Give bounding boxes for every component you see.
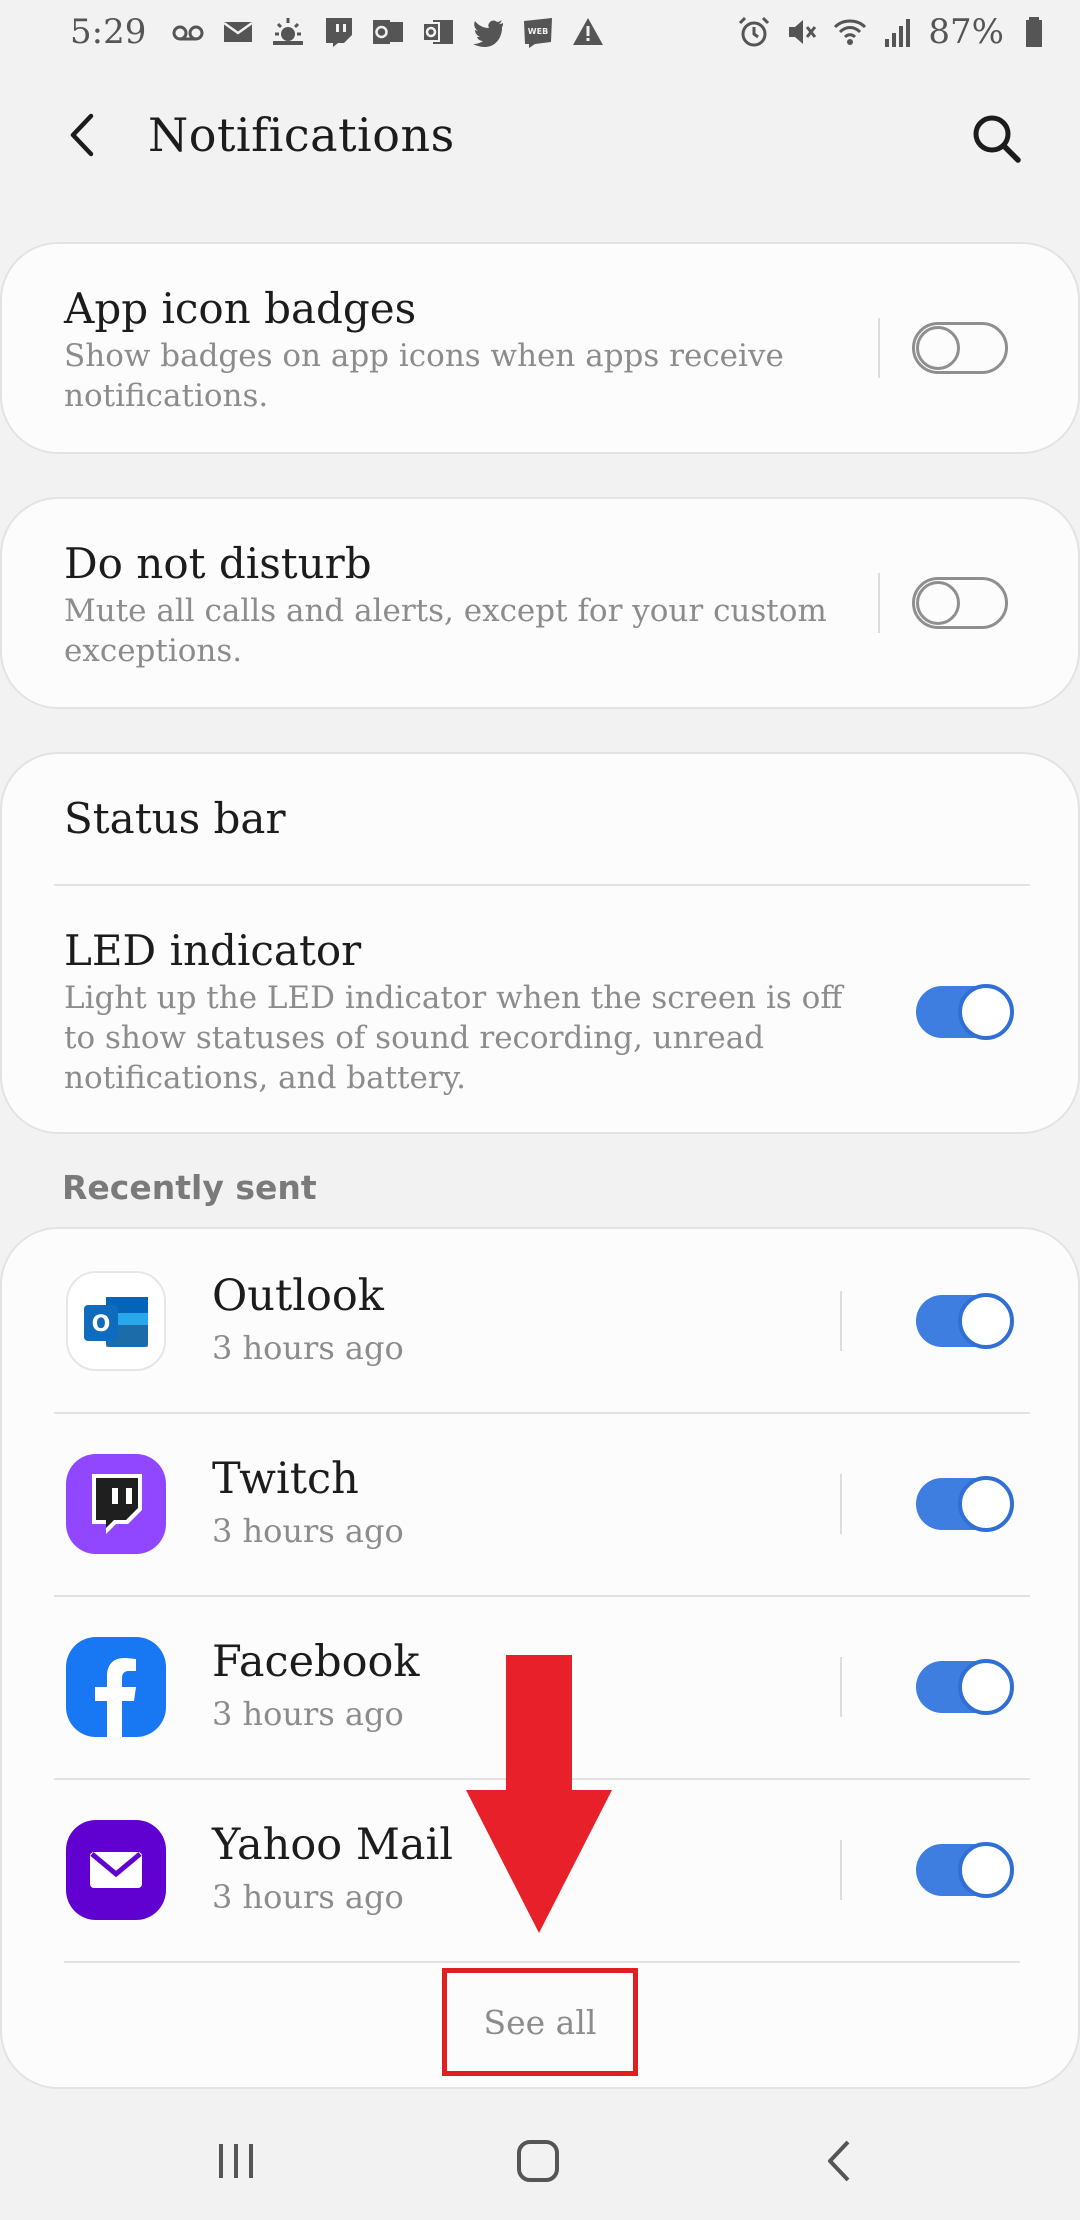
svg-text:O: O (92, 1312, 111, 1337)
back-icon (828, 2140, 850, 2182)
yahoo-mail-toggle[interactable] (916, 1842, 1014, 1898)
outlook-icon (370, 14, 406, 50)
do-not-disturb-subtitle: Mute all calls and alerts, except for yo… (64, 593, 827, 669)
divider (64, 1961, 1020, 1963)
app-time: 3 hours ago (212, 1695, 404, 1733)
do-not-disturb-title: Do not disturb (64, 539, 372, 588)
toggle-knob (958, 984, 1014, 1040)
vertical-divider (840, 1657, 842, 1717)
back-button[interactable] (58, 110, 108, 160)
outlook-app-icon: O (66, 1271, 166, 1371)
twitch-app-icon (66, 1454, 166, 1554)
status-bar-row[interactable]: Status bar (2, 754, 1080, 884)
home-icon (517, 2140, 559, 2182)
chevron-left-icon (70, 113, 94, 157)
outlook-toggle[interactable] (916, 1293, 1014, 1349)
status-led-card: Status bar LED indicator Light up the LE… (0, 752, 1080, 1134)
app-icon-badges-title: App icon badges (64, 284, 417, 333)
app-time: 3 hours ago (212, 1878, 404, 1916)
app-time: 3 hours ago (212, 1512, 404, 1550)
alarm-icon (736, 14, 772, 50)
app-icon-badges-card[interactable]: App icon badges Show badges on app icons… (0, 242, 1080, 454)
toggle-knob (958, 1293, 1014, 1349)
toggle-knob (916, 581, 960, 625)
led-indicator-subtitle: Light up the LED indicator when the scre… (64, 980, 843, 1096)
app-name: Twitch (212, 1454, 359, 1504)
office-icon (420, 14, 456, 50)
app-time: 3 hours ago (212, 1329, 404, 1367)
status-bar-title: Status bar (64, 794, 286, 843)
toggle-knob (958, 1842, 1014, 1898)
home-button[interactable] (503, 2126, 573, 2196)
vertical-divider (878, 573, 880, 633)
do-not-disturb-card[interactable]: Do not disturb Mute all calls and alerts… (0, 497, 1080, 709)
svg-text:WEB: WEB (528, 27, 548, 36)
wifi-icon (832, 14, 868, 50)
mail-icon (220, 14, 256, 50)
yahoo-mail-app-icon (66, 1820, 166, 1920)
led-indicator-title: LED indicator (64, 926, 362, 975)
mute-icon (784, 14, 820, 50)
toggle-knob (958, 1476, 1014, 1532)
search-button[interactable] (968, 110, 1024, 166)
nav-back-button[interactable] (806, 2126, 876, 2196)
status-bar: 5:29 WEB 87% (0, 0, 1080, 64)
facebook-app-icon (66, 1637, 166, 1737)
recents-button[interactable] (201, 2126, 271, 2196)
recents-icon (219, 2144, 253, 2178)
section-label-recently-sent: Recently sent (62, 1168, 317, 1207)
do-not-disturb-toggle[interactable] (912, 577, 1008, 629)
app-icon-badges-subtitle: Show badges on app icons when apps recei… (64, 338, 784, 414)
page-title: Notifications (148, 108, 455, 162)
app-name: Facebook (212, 1637, 420, 1687)
facebook-toggle[interactable] (916, 1659, 1014, 1715)
battery-percentage: 87% (928, 12, 1004, 52)
webtoon-icon: WEB (520, 14, 556, 50)
vertical-divider (878, 318, 880, 378)
system-icons: 87% (736, 12, 1052, 52)
warning-icon (570, 14, 606, 50)
vertical-divider (840, 1840, 842, 1900)
app-row-twitch[interactable]: Twitch 3 hours ago (2, 1414, 1080, 1595)
app-name: Outlook (212, 1271, 384, 1321)
see-all-button[interactable]: See all (442, 1968, 638, 2076)
app-row-outlook[interactable]: O Outlook 3 hours ago (2, 1229, 1080, 1412)
weather-icon (270, 14, 306, 50)
led-indicator-toggle[interactable] (916, 984, 1014, 1040)
see-all-label: See all (483, 2002, 597, 2042)
app-bar: Notifications (0, 80, 1080, 190)
voicemail-icon (170, 14, 206, 50)
twitch-icon (320, 14, 356, 50)
vertical-divider (840, 1291, 842, 1351)
twitch-toggle[interactable] (916, 1476, 1014, 1532)
notification-icons: WEB (170, 14, 606, 50)
battery-icon (1016, 14, 1052, 50)
twitter-icon (470, 14, 506, 50)
led-indicator-row[interactable]: LED indicator Light up the LED indicator… (2, 886, 1080, 1134)
app-name: Yahoo Mail (212, 1820, 453, 1870)
status-time: 5:29 (70, 12, 147, 52)
vertical-divider (840, 1474, 842, 1534)
search-icon (973, 115, 1021, 163)
red-arrow-annotation (466, 1655, 612, 1933)
navigation-bar (0, 2100, 1080, 2220)
toggle-knob (958, 1659, 1014, 1715)
toggle-knob (916, 326, 960, 370)
app-icon-badges-toggle[interactable] (912, 322, 1008, 374)
signal-icon (880, 14, 916, 50)
